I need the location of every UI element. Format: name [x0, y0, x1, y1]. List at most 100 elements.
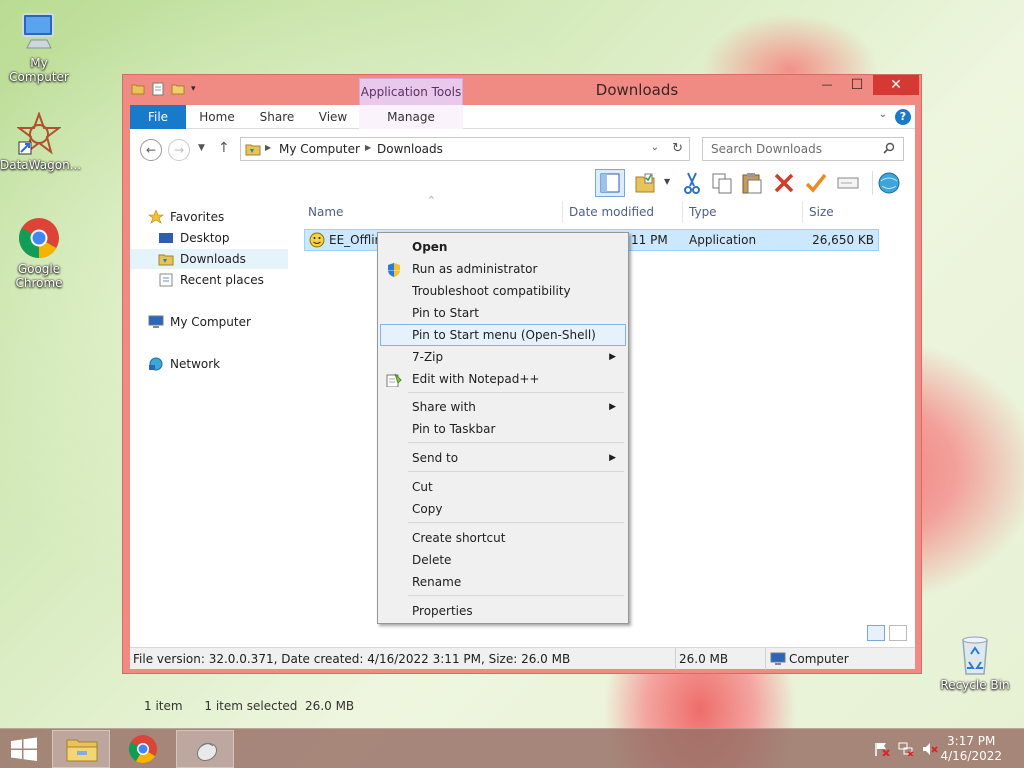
address-dropdown-chevron-icon[interactable]: ⌄	[651, 142, 659, 153]
paste-icon[interactable]	[740, 171, 764, 195]
taskbar-file-explorer[interactable]	[52, 730, 110, 768]
tab-view[interactable]: View	[308, 105, 358, 129]
menu-item-properties[interactable]: Properties	[380, 600, 626, 622]
column-header-size[interactable]: Size	[809, 205, 834, 219]
chrome-icon	[17, 216, 61, 260]
new-folder-icon[interactable]	[171, 82, 185, 96]
details-bar: File version: 32.0.0.371, Date created: …	[130, 647, 915, 670]
action-center-flag-icon[interactable]	[874, 742, 890, 757]
menu-item-label: Cut	[412, 480, 433, 494]
nav-label: Favorites	[170, 210, 225, 224]
menu-item-open[interactable]: Open	[380, 236, 626, 258]
taskbar-google-chrome[interactable]	[114, 730, 172, 768]
details-computer-icon	[770, 652, 786, 669]
menu-item-run-as-administrator[interactable]: Run as administrator	[380, 258, 626, 280]
desktop-icon-my-computer[interactable]: My Computer	[0, 10, 78, 84]
status-item-count: 1 item	[144, 699, 183, 713]
desktop-icon-datawagon[interactable]: DataWagon...	[0, 111, 81, 172]
nav-downloads[interactable]: Downloads	[130, 249, 288, 269]
computer-icon	[148, 315, 164, 329]
tab-file[interactable]: File	[130, 105, 186, 129]
menu-item-7-zip[interactable]: 7-Zip ▶	[380, 346, 626, 368]
folder-icon[interactable]	[131, 82, 145, 96]
nav-label: Desktop	[180, 231, 230, 245]
submenu-arrow-icon: ▶	[609, 453, 616, 463]
breadcrumb-downloads[interactable]: Downloads	[377, 142, 443, 156]
desktop-icon-google-chrome[interactable]: Google Chrome	[0, 216, 78, 290]
back-button[interactable]: ←	[140, 139, 162, 161]
menu-item-troubleshoot-compatibility[interactable]: Troubleshoot compatibility	[380, 280, 626, 302]
cut-icon[interactable]	[680, 171, 704, 195]
menu-separator	[408, 522, 624, 523]
rename-icon[interactable]	[836, 171, 860, 195]
ribbon-tabs: File Home Share View Manage ⌄ ?	[130, 105, 915, 129]
nav-desktop[interactable]: Desktop	[130, 228, 288, 248]
taskbar-mouse-app[interactable]	[176, 730, 234, 768]
customize-qat-chevron-icon[interactable]: ▾	[191, 82, 205, 96]
nav-my-computer[interactable]: My Computer	[130, 312, 288, 332]
title-bar[interactable]: ▾ Application Tools Downloads — ☐ ✕	[123, 75, 921, 106]
column-header-date-modified[interactable]: Date modified	[569, 205, 654, 219]
large-icons-view-icon[interactable]	[889, 625, 907, 641]
desktop-icon-recycle-bin[interactable]: Recycle Bin	[936, 632, 1014, 692]
menu-item-rename[interactable]: Rename	[380, 571, 626, 593]
up-button[interactable]: ↑	[218, 140, 230, 156]
tab-manage[interactable]: Manage	[359, 105, 463, 129]
search-box[interactable]: Search Downloads	[702, 137, 904, 161]
menu-item-share-with[interactable]: Share with ▶	[380, 396, 626, 418]
preview-pane-icon[interactable]	[595, 169, 625, 197]
column-divider[interactable]	[562, 201, 563, 223]
forward-button[interactable]: →	[168, 139, 190, 161]
recent-places-icon	[158, 273, 174, 287]
menu-item-edit-with-notepad[interactable]: Edit with Notepad++	[380, 368, 626, 390]
downloads-folder-icon	[158, 252, 174, 266]
maximize-button[interactable]: ☐	[843, 75, 871, 95]
tab-home[interactable]: Home	[192, 105, 242, 129]
network-globe-icon[interactable]	[872, 171, 902, 195]
context-menu: Open Run as administrator Troubleshoot c…	[377, 232, 629, 624]
check-icon[interactable]	[804, 171, 828, 195]
file-type: Application	[689, 233, 757, 247]
menu-item-pin-to-taskbar[interactable]: Pin to Taskbar	[380, 418, 626, 440]
menu-separator	[408, 595, 624, 596]
nav-recent-places[interactable]: Recent places	[130, 270, 288, 290]
details-view-icon[interactable]	[867, 625, 885, 641]
menu-item-delete[interactable]: Delete	[380, 549, 626, 571]
volume-muted-icon[interactable]	[922, 742, 938, 756]
recent-locations-chevron-icon[interactable]: ▼	[198, 143, 205, 153]
column-header-name[interactable]: Name	[308, 205, 343, 219]
system-clock[interactable]: 3:17 PM 4/16/2022	[940, 734, 1002, 764]
close-button[interactable]: ✕	[873, 75, 919, 95]
menu-item-pin-to-start[interactable]: Pin to Start	[380, 302, 626, 324]
delete-icon[interactable]	[772, 171, 796, 195]
menu-item-pin-to-start-menu-open-shell[interactable]: Pin to Start menu (Open-Shell)	[380, 324, 626, 346]
minimize-button[interactable]: —	[813, 75, 841, 95]
column-divider[interactable]	[802, 201, 803, 223]
network-tray-icon[interactable]	[898, 742, 914, 757]
copy-icon[interactable]	[710, 171, 734, 195]
menu-item-copy[interactable]: Copy	[380, 498, 626, 520]
menu-item-send-to[interactable]: Send to ▶	[380, 447, 626, 469]
breadcrumb-separator-icon: ▶	[265, 143, 272, 152]
help-icon[interactable]: ?	[895, 109, 911, 125]
nav-favorites[interactable]: Favorites	[130, 207, 288, 227]
column-header-type[interactable]: Type	[689, 205, 717, 219]
address-bar[interactable]: ▶ My Computer ▶ Downloads ⌄ ↻	[240, 137, 690, 161]
menu-item-cut[interactable]: Cut	[380, 476, 626, 498]
status-selected: 1 item selected 26.0 MB	[204, 699, 355, 713]
nav-network[interactable]: Network	[130, 354, 288, 374]
refresh-icon[interactable]: ↻	[672, 141, 683, 156]
folder-options-icon[interactable]	[634, 171, 658, 195]
expand-ribbon-chevron-icon[interactable]: ⌄	[879, 109, 887, 120]
folder-options-chevron-icon[interactable]: ▼	[664, 177, 670, 186]
window-title: Downloads	[595, 81, 679, 99]
file-size: 26,650 KB	[812, 233, 874, 247]
menu-item-create-shortcut[interactable]: Create shortcut	[380, 527, 626, 549]
menu-item-label: Send to	[412, 451, 459, 465]
breadcrumb-my-computer[interactable]: My Computer	[279, 142, 360, 156]
properties-icon[interactable]	[151, 82, 165, 96]
application-smiley-icon	[309, 232, 325, 251]
start-button[interactable]	[0, 730, 48, 768]
column-divider[interactable]	[682, 201, 683, 223]
tab-share[interactable]: Share	[252, 105, 302, 129]
